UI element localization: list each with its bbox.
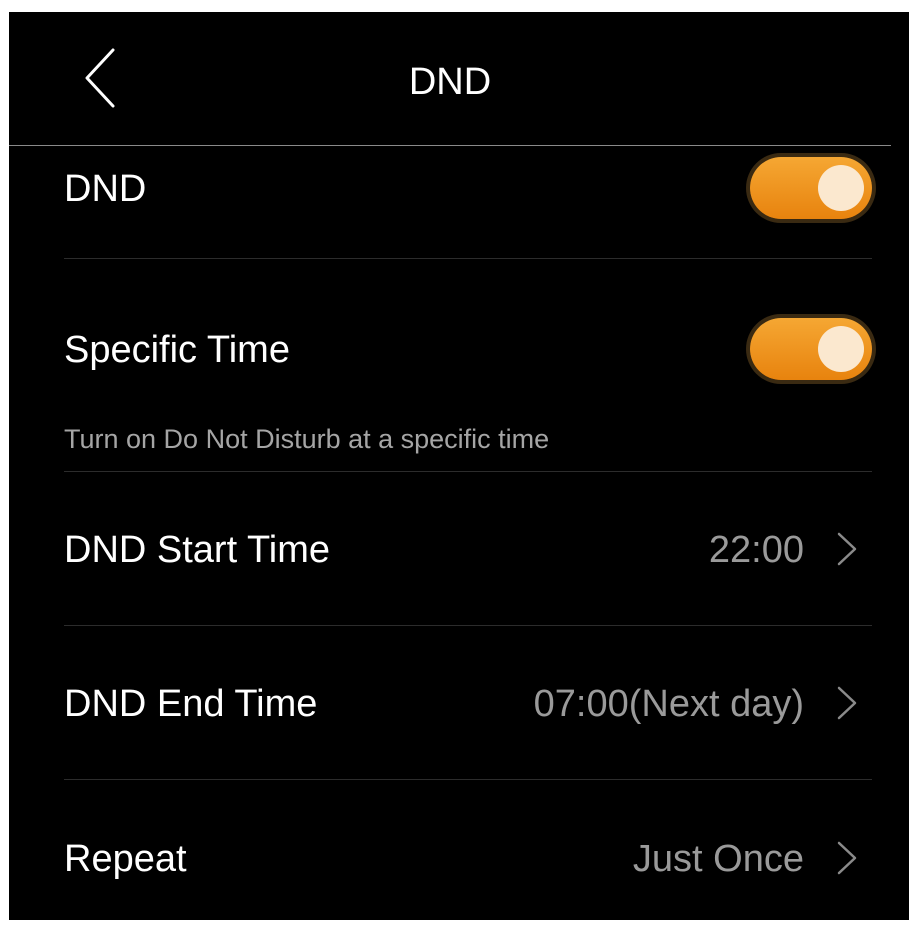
page-title: DND [408,61,492,103]
specific-time-toggle[interactable] [750,318,872,380]
specific-time-row: Specific Time [64,259,872,409]
start-time-label: DND Start Time [64,529,331,571]
specific-time-label: Specific Time [64,329,290,371]
chevron-right-icon [837,532,857,566]
top-bar: DND [9,12,891,146]
toggle-knob [818,326,864,372]
end-time-label: DND End Time [64,683,318,725]
dnd-toggle[interactable] [750,157,872,219]
start-time-value: 22:00 [708,529,804,571]
specific-time-hint: Turn on Do Not Disturb at a specific tim… [64,424,550,454]
dnd-settings-screen: DND DND Specific Time Turn on Do Not Dis… [9,12,909,920]
repeat-row[interactable]: Repeat Just Once [64,780,872,920]
repeat-value: Just Once [632,838,804,880]
end-time-row[interactable]: DND End Time 07:00(Next day) [64,626,872,779]
chevron-right-icon [837,686,857,720]
chevron-right-icon [837,841,857,875]
toggle-knob [818,165,864,211]
dnd-label: DND [64,168,147,210]
end-time-value: 07:00(Next day) [533,683,804,725]
repeat-label: Repeat [64,838,187,880]
start-time-row[interactable]: DND Start Time 22:00 [64,472,872,625]
dnd-row: DND [64,146,872,258]
